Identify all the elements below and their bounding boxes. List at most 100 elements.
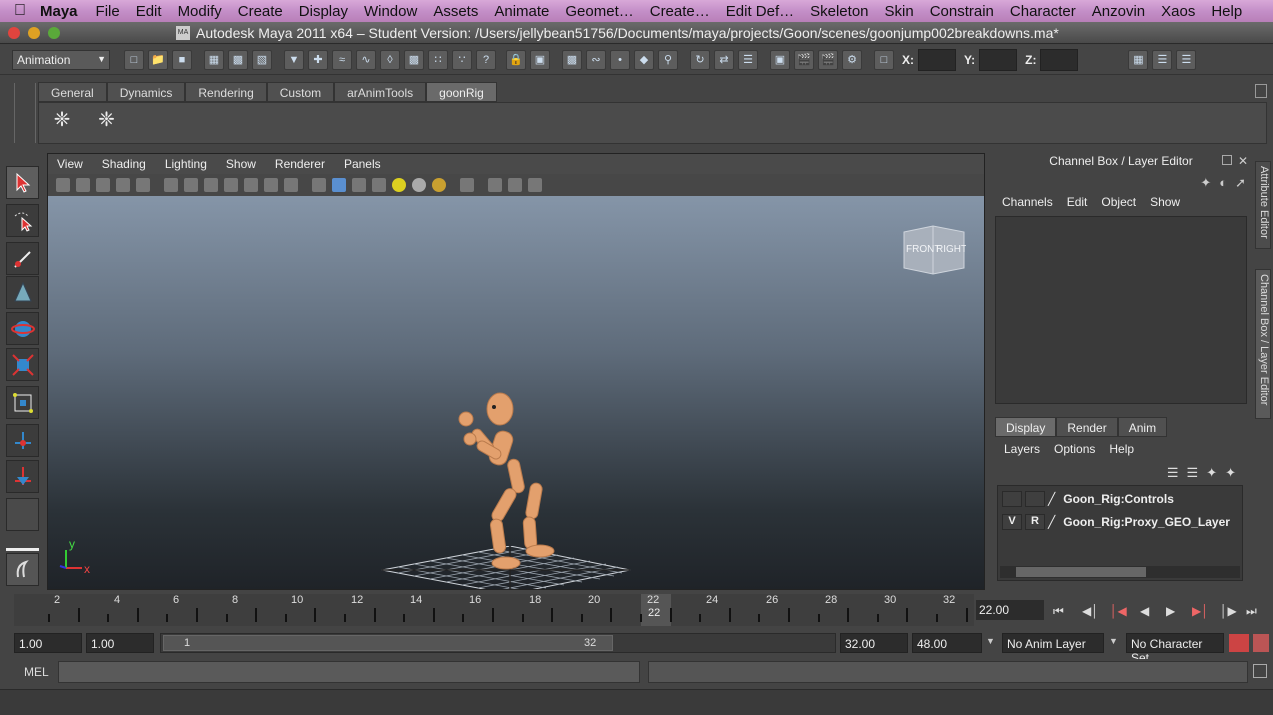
move-layer-down-icon[interactable]: ☰ [1187,465,1199,481]
go-to-start-icon[interactable]: ⏮ [1053,604,1064,619]
layer-type-toggle[interactable]: R [1025,514,1045,530]
history-icon[interactable]: ↻ [690,49,710,70]
io-connections-icon[interactable]: ⇄ [714,49,734,70]
start-time-field[interactable]: 1.00 [14,633,82,653]
animation-preferences-icon[interactable] [1253,634,1269,652]
render-current-icon[interactable]: 🎬 [794,49,814,70]
rotate-tool-icon[interactable] [6,312,39,345]
y-field[interactable] [979,48,1018,71]
layer-color-icon[interactable]: ╱ [1048,492,1055,506]
menu-edit[interactable]: Edit [128,3,170,20]
channel-list[interactable] [995,216,1247,404]
resolution-gate-icon[interactable] [204,178,218,192]
select-component-icon[interactable]: ▧ [252,49,272,70]
menu-skeleton[interactable]: Skeleton [802,3,876,20]
minimize-window-button[interactable] [28,26,40,39]
shelf-tab-dynamics[interactable]: Dynamics [106,82,186,102]
highlight-selection-icon[interactable]: ▣ [530,49,550,70]
auto-key-icon[interactable] [1229,634,1249,652]
render-settings-icon[interactable]: ⚙ [842,49,862,70]
menu-anzovin[interactable]: Anzovin [1084,3,1153,20]
select-surfaces-icon[interactable]: ◊ [380,49,400,70]
menu-object[interactable]: Object [1101,195,1136,209]
select-hierarchy-icon[interactable]: ▦ [204,49,224,70]
menu-window[interactable]: Window [356,3,425,20]
smooth-shade-icon[interactable] [332,178,346,192]
current-time-field[interactable]: 22.00 [976,600,1044,620]
select-handles-icon[interactable]: ✚ [308,49,328,70]
shelf-tab-general[interactable]: General [38,82,107,102]
select-object-icon[interactable]: ▩ [228,49,248,70]
snap-grid-icon[interactable]: ▩ [562,49,582,70]
layer-scrollbar[interactable] [1000,566,1240,578]
render-view-icon[interactable]: ▣ [770,49,790,70]
soft-modification-icon[interactable] [6,424,39,457]
select-tool-icon[interactable] [6,166,39,199]
script-editor-icon[interactable] [1253,664,1267,678]
playback-end-field[interactable]: 32.00 [840,633,908,653]
go-to-end-icon[interactable]: ⏭ [1246,604,1257,619]
goon-rig-tool-icon[interactable] [6,553,39,586]
character-set-selector[interactable]: No Character Set [1126,633,1224,665]
viewport-menu-show[interactable]: Show [217,157,266,171]
channel-box-slow-icon[interactable]: ◐ [1219,175,1227,191]
select-dynamics-icon[interactable]: ∷ [428,49,448,70]
menu-xaos[interactable]: Xaos [1153,3,1203,20]
show-attribute-editor-icon[interactable]: ▦ [1128,49,1149,70]
z-field[interactable] [1040,48,1079,71]
safe-title-icon[interactable] [284,178,298,192]
menu-channel-show[interactable]: Show [1150,195,1180,209]
layer-row[interactable]: ╱ Goon_Rig:Controls [1002,489,1242,509]
menu-create[interactable]: Create [230,3,291,20]
viewport-menu-view[interactable]: View [48,157,93,171]
end-time-field[interactable]: 48.00 [912,633,982,653]
menu-create-deformers[interactable]: Create… [642,3,718,20]
universal-manipulator-icon[interactable] [6,386,39,419]
bookmarks-icon[interactable] [96,178,110,192]
goon-character[interactable] [444,391,574,581]
layer-type-toggle[interactable] [1025,491,1045,507]
channel-box-axis-icon[interactable]: ✦ [1200,175,1211,191]
menu-help[interactable]: Help [1203,3,1250,20]
zoom-window-button[interactable] [48,26,60,39]
shelf-tab-aranimtools[interactable]: arAnimTools [334,82,427,102]
tab-display-layers[interactable]: Display [995,417,1057,437]
lasso-tool-icon[interactable] [6,204,39,237]
snap-view-plane-icon[interactable]: ◆ [634,49,654,70]
layer-visibility-toggle[interactable]: V [1002,514,1022,530]
isolate-select-icon[interactable] [460,178,474,192]
viewport-menu-lighting[interactable]: Lighting [156,157,217,171]
tab-render-layers[interactable]: Render [1056,417,1118,437]
tab-channel-box[interactable]: Channel Box / Layer Editor [1255,269,1271,419]
menu-layer-help[interactable]: Help [1109,442,1134,456]
x-field[interactable] [918,48,956,71]
film-gate-icon[interactable] [184,178,198,192]
menu-layers[interactable]: Layers [1004,442,1040,456]
move-tool-icon[interactable] [6,276,39,309]
close-window-button[interactable] [8,26,20,39]
range-slider-handle[interactable]: 1 32 [163,635,613,651]
shelf-tab-goonrig[interactable]: goonRig [426,82,497,102]
play-forwards-icon[interactable]: ▶ [1166,604,1175,618]
close-icon[interactable]: ✕ [1238,154,1248,168]
gate-mask-icon[interactable] [224,178,238,192]
layer-row[interactable]: V R ╱ Goon_Rig:Proxy_GEO_Layer [1002,512,1242,532]
use-all-lights-icon[interactable] [392,178,406,192]
wireframe-on-shaded-icon[interactable] [352,178,366,192]
image-plane-icon[interactable] [116,178,130,192]
shelf-tab-rendering[interactable]: Rendering [185,82,267,102]
new-layer-selected-icon[interactable]: ✦ [1225,465,1236,481]
field-chart-icon[interactable] [244,178,258,192]
viewport-menu-shading[interactable]: Shading [93,157,156,171]
snap-point-icon[interactable]: • [610,49,630,70]
shelf-tab-custom[interactable]: Custom [266,82,335,102]
playback-start-field[interactable]: 1.00 [86,633,154,653]
backface-culling-icon[interactable] [528,178,542,192]
open-scene-icon[interactable]: 📁 [148,49,168,70]
two-d-pan-zoom-icon[interactable] [136,178,150,192]
menu-assets[interactable]: Assets [425,3,486,20]
safe-action-icon[interactable] [264,178,278,192]
step-forward-frame-icon[interactable]: │▶ [1220,604,1237,618]
command-input[interactable] [58,661,640,683]
menu-file[interactable]: File [88,3,128,20]
